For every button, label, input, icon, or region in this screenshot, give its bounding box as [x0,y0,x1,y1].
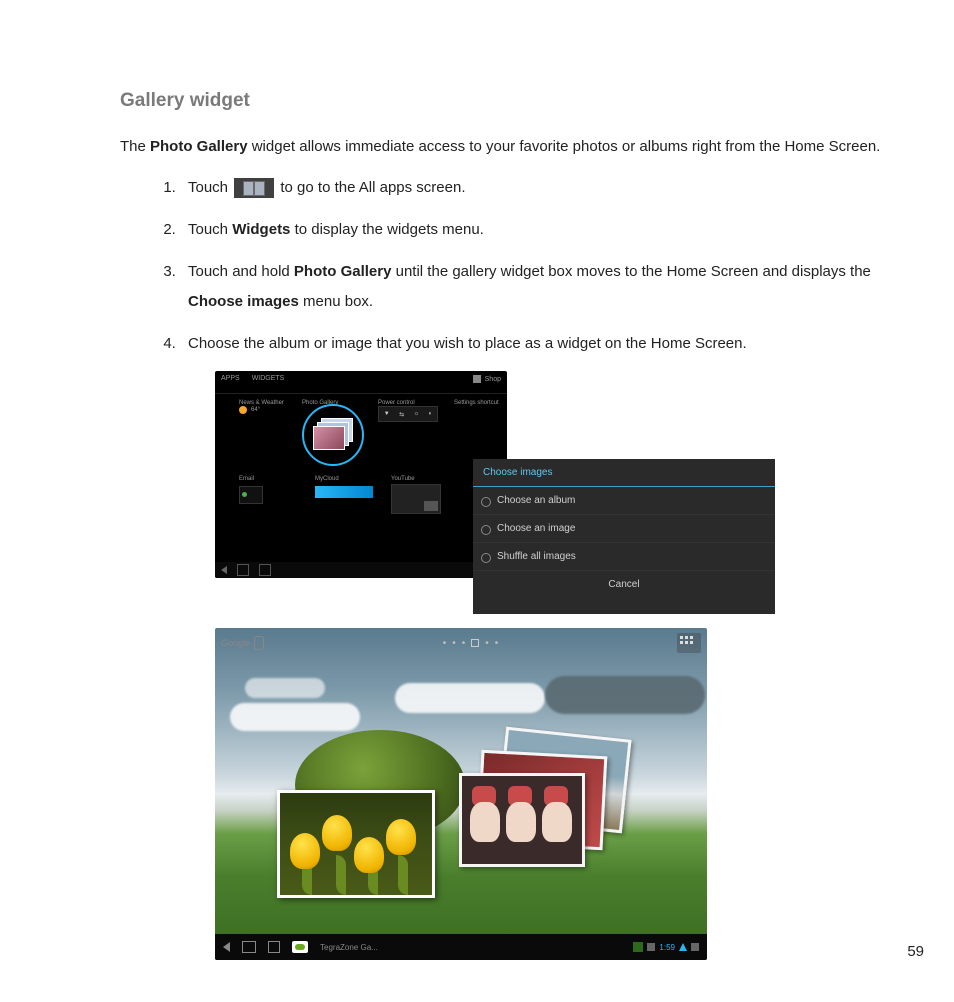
photo-stack-icon [313,420,353,450]
mycloud-widget-preview[interactable] [315,486,373,498]
step1-post: to go to the All apps screen. [276,179,465,196]
voice-search-icon[interactable] [254,636,264,650]
email-widget-preview[interactable] [239,486,263,504]
step3-mid: until the gallery widget box moves to th… [391,263,870,280]
wifi-icon [679,943,687,951]
tab-widgets[interactable]: WIDGETS [252,375,285,382]
tegrazone-label[interactable]: TegraZone Ga... [320,943,378,952]
tab-apps[interactable]: APPS [221,375,240,382]
intro-post: widget allows immediate access to your f… [248,138,881,155]
step-3: Touch and hold Photo Gallery until the g… [180,257,884,317]
cloud-decoration [230,703,360,731]
section-heading: Gallery widget [120,90,884,112]
gallery-widget-single[interactable] [277,790,435,898]
choose-images-dialog: Choose images Choose an album Choose an … [473,459,775,614]
step3-pre: Touch and hold [188,263,294,280]
page-indicator: ••••• [443,638,499,649]
widget-label-news: News & Weather [239,400,284,406]
weather-widget-preview[interactable]: 64° [239,406,284,414]
figure-widgets-and-dialog: APPS WIDGETS Shop News & Weather 64° P [215,371,775,616]
recent-icon[interactable] [259,564,271,576]
google-search-label[interactable]: Google [221,638,250,648]
power-control-widget-preview[interactable]: ▼⇆☼◐ [378,406,438,422]
system-bar: TegraZone Ga... 1:59 [215,934,707,960]
dialog-title: Choose images [473,459,775,487]
widget-label-settings: Settings shortcut [454,400,499,406]
cloud-decoration [545,676,705,714]
all-apps-button[interactable] [677,633,701,653]
step2-pre: Touch [188,221,232,238]
back-icon[interactable] [221,566,227,574]
widget-label-photo: Photo Gallery [302,400,360,406]
widget-label-email: Email [239,476,297,482]
step2-bold: Widgets [232,221,290,238]
home-icon[interactable] [237,564,249,576]
intro-pre: The [120,138,150,155]
step2-post: to display the widgets menu. [290,221,483,238]
download-icon[interactable] [647,943,655,951]
back-icon[interactable] [223,942,230,952]
nav-bar [215,562,507,578]
step-4: Choose the album or image that you wish … [180,329,884,359]
photo-gallery-widget-highlight[interactable] [302,404,364,466]
gallery-widget-stack[interactable] [417,733,627,883]
step1-pre: Touch [188,179,232,196]
steps-list: Touch to go to the All apps screen. Touc… [120,173,884,359]
notification-icon[interactable] [633,942,643,952]
intro-paragraph: The Photo Gallery widget allows immediat… [120,130,884,163]
intro-bold: Photo Gallery [150,138,248,155]
cloud-decoration [395,683,545,713]
step-2: Touch Widgets to display the widgets men… [180,215,884,245]
home-screen-screenshot: Google ••••• [215,628,707,960]
home-top-bar: Google ••••• [221,634,701,652]
step3-bold1: Photo Gallery [294,263,392,280]
page-number: 59 [907,943,924,960]
recent-apps-icon[interactable] [268,941,280,953]
option-shuffle-all[interactable]: Shuffle all images [473,543,775,571]
all-apps-icon [234,178,274,198]
widget-label-youtube: YouTube [391,476,449,482]
youtube-widget-preview[interactable] [391,484,441,514]
cancel-button[interactable]: Cancel [473,571,775,598]
sun-icon [239,406,247,414]
gallery-photo-front [459,773,585,867]
battery-icon [691,943,699,951]
step3-post: menu box. [299,293,373,310]
widget-label-mycloud: MyCloud [315,476,373,482]
shop-icon[interactable] [473,375,481,383]
tegrazone-icon[interactable] [292,941,308,953]
weather-temp: 64° [251,407,260,413]
shop-label[interactable]: Shop [485,376,501,383]
option-choose-album[interactable]: Choose an album [473,487,775,515]
cloud-decoration [245,678,325,698]
widgets-screen-screenshot: APPS WIDGETS Shop News & Weather 64° P [215,371,507,578]
step-1: Touch to go to the All apps screen. [180,173,884,203]
option-choose-image[interactable]: Choose an image [473,515,775,543]
home-icon[interactable] [242,941,256,953]
clock[interactable]: 1:59 [659,943,675,952]
step3-bold2: Choose images [188,293,299,310]
